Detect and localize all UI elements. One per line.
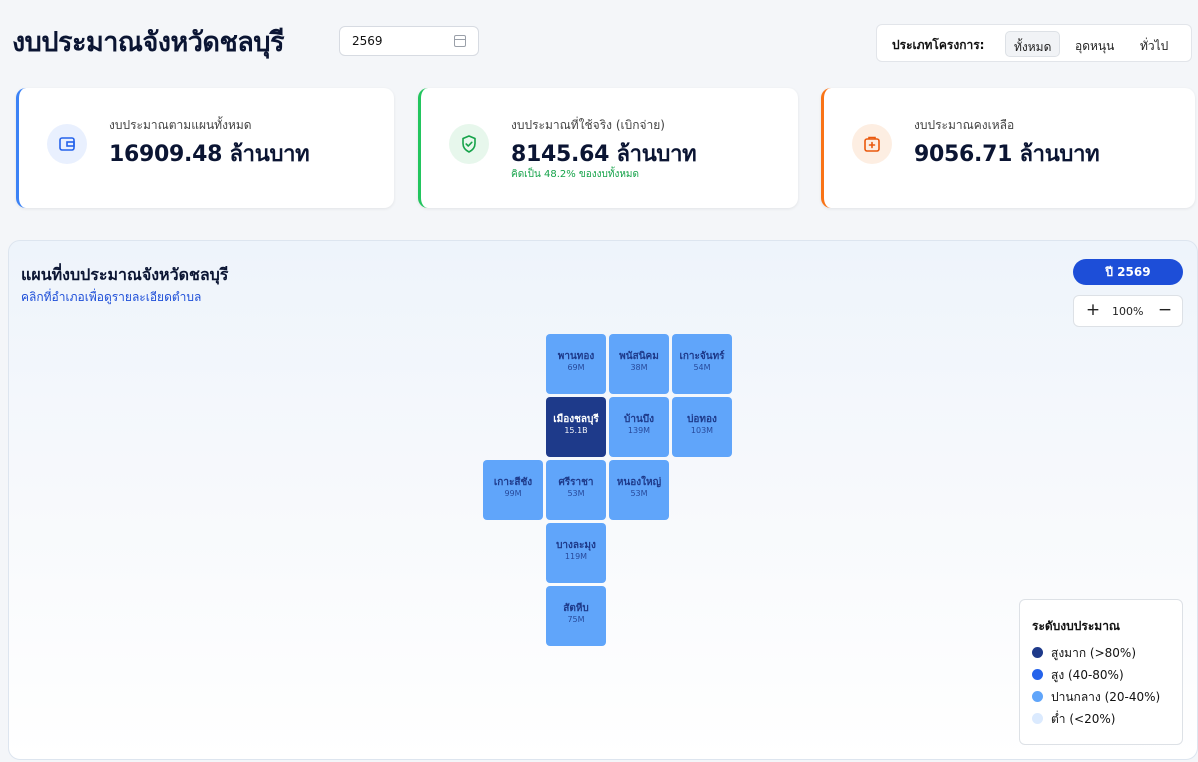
legend-swatch <box>1032 669 1043 680</box>
zoom-in-button[interactable]: + <box>1082 300 1104 320</box>
district-value: 119M <box>564 552 588 561</box>
district-tile[interactable]: พนัสนิคม 38M <box>609 334 669 394</box>
legend-item-very-high: สูงมาก (>80%) <box>1032 644 1136 663</box>
legend-item-low: ต่ำ (<20%) <box>1032 710 1115 729</box>
filter-option-all[interactable]: ทั้งหมด <box>1005 31 1061 57</box>
shield-check-icon <box>449 124 489 164</box>
district-name: ศรีราชา <box>558 477 594 488</box>
zoom-control: + 100% − <box>1073 295 1183 327</box>
district-value: 103M <box>690 426 714 435</box>
district-value: 139M <box>627 426 651 435</box>
district-name: พนัสนิคม <box>619 351 659 362</box>
wallet-icon <box>47 124 87 164</box>
year-value: 2569 <box>352 34 383 48</box>
medical-box-icon <box>852 124 892 164</box>
legend-label: ปานกลาง (20-40%) <box>1051 690 1161 704</box>
spent-budget-card: งบประมาณที่ใช้จริง (เบิกจ่าย) 8145.64 ล้… <box>418 88 798 208</box>
district-name: บ้านบึง <box>623 414 655 425</box>
district-name: หนองใหญ่ <box>616 477 662 488</box>
district-value: 38M <box>630 363 648 372</box>
budget-level-legend: ระดับงบประมาณ สูงมาก (>80%) สูง (40-80%)… <box>1019 599 1183 745</box>
district-name: เกาะจันทร์ <box>679 351 725 362</box>
district-tile[interactable]: เมืองชลบุรี 15.1B <box>546 397 606 457</box>
legend-label: สูง (40-80%) <box>1051 668 1124 682</box>
card-value: 8145.64 ล้านบาท <box>511 142 697 167</box>
card-label: งบประมาณตามแผนทั้งหมด <box>109 118 252 132</box>
district-tile[interactable]: สัตหีบ 75M <box>546 586 606 646</box>
zoom-out-button[interactable]: − <box>1154 300 1176 320</box>
map-subtitle: คลิกที่อำเภอเพื่อดูรายละเอียดตำบล <box>21 290 202 304</box>
district-name: เกาะสีชัง <box>493 477 533 488</box>
district-tile[interactable]: หนองใหญ่ 53M <box>609 460 669 520</box>
district-name: เมืองชลบุรี <box>553 414 599 425</box>
district-tile[interactable]: พานทอง 69M <box>546 334 606 394</box>
district-name: บ่อทอง <box>687 414 717 425</box>
legend-title: ระดับงบประมาณ <box>1032 619 1121 633</box>
map-title: แผนที่งบประมาณจังหวัดชลบุรี <box>21 265 229 284</box>
district-tile[interactable]: เกาะจันทร์ 54M <box>672 334 732 394</box>
district-tile[interactable]: ศรีราชา 53M <box>546 460 606 520</box>
filter-label: ประเภทโครงการ: <box>892 38 985 52</box>
district-name: สัตหีบ <box>563 603 589 614</box>
district-value: 99M <box>504 489 522 498</box>
legend-item-high: สูง (40-80%) <box>1032 666 1124 685</box>
district-value: 15.1B <box>564 426 588 435</box>
card-label: งบประมาณที่ใช้จริง (เบิกจ่าย) <box>511 118 665 132</box>
page-header: งบประมาณจังหวัดชลบุรี 2569 ประเภทโครงการ… <box>12 14 1192 64</box>
planned-budget-card: งบประมาณตามแผนทั้งหมด 16909.48 ล้านบาท <box>16 88 394 208</box>
district-tile[interactable]: บ่อทอง 103M <box>672 397 732 457</box>
district-value: 69M <box>567 363 585 372</box>
district-value: 54M <box>693 363 711 372</box>
zoom-level: 100% <box>1112 305 1144 318</box>
card-value: 9056.71 ล้านบาท <box>914 142 1100 167</box>
district-tile[interactable]: บ้านบึง 139M <box>609 397 669 457</box>
calendar-icon[interactable] <box>454 35 466 47</box>
card-value: 16909.48 ล้านบาท <box>109 142 310 167</box>
filter-option-general[interactable]: ทั่วไป <box>1132 31 1176 57</box>
spent-percentage-note: คิดเป็น 48.2% ของงบทั้งหมด <box>511 169 640 180</box>
legend-swatch <box>1032 691 1043 702</box>
district-name: พานทอง <box>557 351 595 362</box>
district-tile[interactable]: บางละมุง 119M <box>546 523 606 583</box>
legend-swatch <box>1032 713 1043 724</box>
district-value: 75M <box>567 615 585 624</box>
legend-item-medium: ปานกลาง (20-40%) <box>1032 688 1160 707</box>
budget-map-panel: แผนที่งบประมาณจังหวัดชลบุรี คลิกที่อำเภอ… <box>8 240 1198 760</box>
filter-option-subsidy[interactable]: อุดหนุน <box>1067 31 1122 57</box>
district-value: 53M <box>567 489 585 498</box>
year-badge[interactable]: ปี 2569 <box>1073 259 1183 285</box>
project-type-filter: ประเภทโครงการ: ทั้งหมด อุดหนุน ทั่วไป <box>876 24 1192 62</box>
card-label: งบประมาณคงเหลือ <box>914 118 1015 132</box>
district-name: บางละมุง <box>556 540 596 551</box>
legend-label: สูงมาก (>80%) <box>1051 646 1137 660</box>
page-title: งบประมาณจังหวัดชลบุรี <box>12 27 284 58</box>
remaining-budget-card: งบประมาณคงเหลือ 9056.71 ล้านบาท <box>821 88 1195 208</box>
year-picker[interactable]: 2569 <box>339 26 479 56</box>
legend-swatch <box>1032 647 1043 658</box>
district-value: 53M <box>630 489 648 498</box>
district-tile[interactable]: เกาะสีชัง 99M <box>483 460 543 520</box>
legend-label: ต่ำ (<20%) <box>1051 712 1116 726</box>
